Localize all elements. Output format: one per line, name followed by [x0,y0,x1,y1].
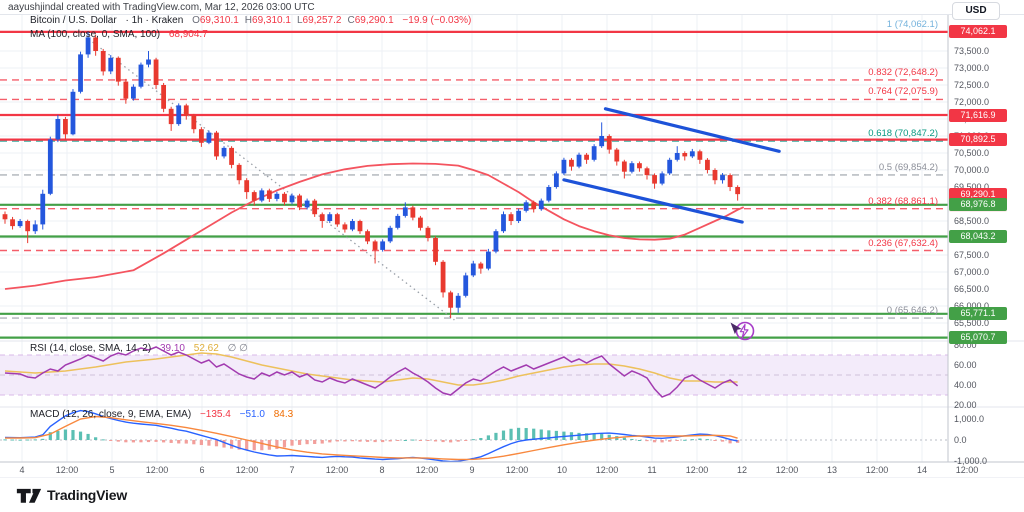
chart-canvas[interactable] [0,0,1024,512]
tradingview-logo-icon [16,486,42,504]
currency-button[interactable]: USD [952,2,1000,20]
axis-tick: 67,500.0 [954,250,989,260]
axis-tick: 70,500.0 [954,148,989,158]
axis-tick: 66,500.0 [954,284,989,294]
price-tag: 65,771.1 [949,307,1007,320]
pane-separators [0,15,1024,479]
dotted-downtrend-line [93,42,455,320]
axis-tick: 40.00 [954,380,977,390]
macd-signal-line [5,417,738,460]
ma-100-line [5,164,744,290]
tradingview-chart-page: aayushjindal created with TradingView.co… [0,0,1024,512]
axis-tick: 60.00 [954,360,977,370]
axis-tick: -1,000.0 [954,456,987,466]
tradingview-logo[interactable]: TradingView [16,486,127,504]
axis-tick: 70,000.0 [954,165,989,175]
price-tag: 74,062.1 [949,25,1007,38]
footer: TradingView [0,478,1024,512]
axis-tick: 0.0 [954,435,967,445]
price-tag: 71,616.9 [949,109,1007,122]
price-axis[interactable]: 73,500.073,000.072,500.072,000.071,500.0… [948,0,1024,512]
tradingview-logo-text: TradingView [47,487,127,503]
axis-tick: 67,000.0 [954,267,989,277]
axis-tick: 20.00 [954,400,977,410]
axis-tick: 73,000.0 [954,63,989,73]
axis-tick: 1,000.0 [954,414,984,424]
price-tag: 68,976.8 [949,198,1007,211]
price-tag: 68,043.2 [949,230,1007,243]
price-tag: 65,070.7 [949,331,1007,344]
axis-tick: 72,000.0 [954,97,989,107]
axis-tick: 73,500.0 [954,46,989,56]
axis-tick: 68,500.0 [954,216,989,226]
macd-histogram [3,428,739,450]
price-tag: 70,892.5 [949,133,1007,146]
axis-tick: 72,500.0 [954,80,989,90]
